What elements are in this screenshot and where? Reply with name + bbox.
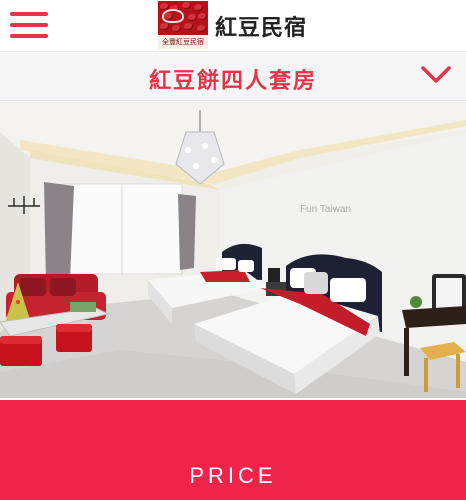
room-photo: Fun Taiwan <box>0 102 466 398</box>
photo-watermark: Fun Taiwan <box>300 204 351 215</box>
selected-room-title: 紅豆餅四人套房 <box>148 69 317 94</box>
room-selector-dropdown[interactable]: 紅豆餅四人套房 <box>0 53 466 101</box>
logo-mark-icon <box>162 9 184 23</box>
menu-line <box>10 34 48 38</box>
site-title: 紅豆民宿 <box>215 16 308 41</box>
top-header: 全豐紅豆民宿 紅豆民宿 <box>0 0 466 52</box>
price-button[interactable]: PRICE <box>0 400 466 500</box>
hamburger-menu-icon[interactable] <box>10 12 48 38</box>
logo-text: 全豐紅豆民宿 <box>162 38 204 46</box>
menu-line <box>10 12 48 16</box>
brand-logo[interactable]: 全豐紅豆民宿 <box>158 1 208 49</box>
chevron-down-icon[interactable] <box>420 65 452 85</box>
price-label: PRICE <box>189 463 277 488</box>
menu-line <box>10 23 48 27</box>
